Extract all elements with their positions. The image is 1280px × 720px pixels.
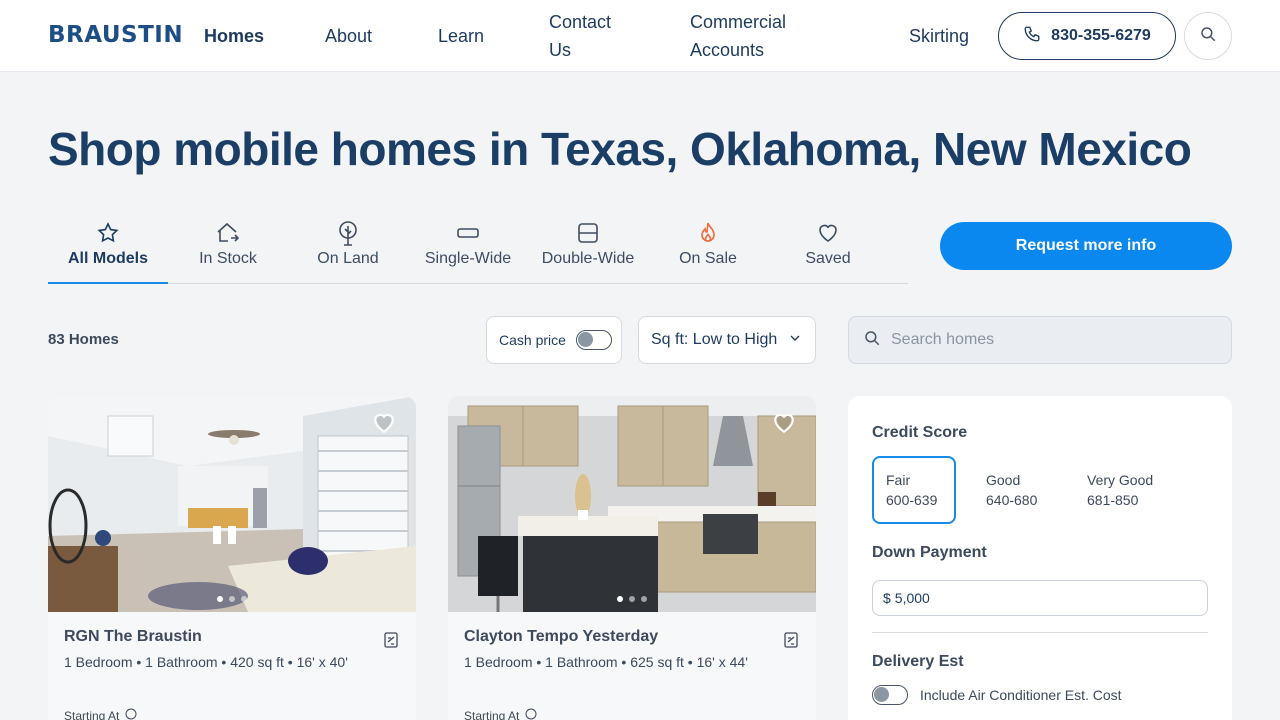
down-payment-title: Down Payment [872, 544, 987, 561]
down-payment-value: 5,000 [894, 590, 930, 606]
home-card[interactable]: Clayton Tempo Yesterday 1 Bedroom • 1 Ba… [448, 396, 816, 720]
tab-label: On Land [317, 250, 379, 267]
tab-label: On Sale [679, 250, 737, 267]
down-payment-input[interactable]: $ 5,000 [872, 580, 1208, 616]
chevron-down-icon [787, 330, 803, 351]
carousel-dots[interactable] [448, 596, 816, 602]
search-homes-box [848, 316, 1232, 364]
divider [872, 632, 1208, 633]
cash-price-label: Cash price [499, 332, 566, 348]
home-arrow-icon [215, 220, 241, 246]
starting-at: Starting At [464, 708, 537, 720]
sort-select[interactable]: Sq ft: Low to High [638, 316, 816, 364]
payment-estimator-panel: Credit Score Fair 600-639 Good 640-680 V… [848, 396, 1232, 720]
delivery-est-title: Delivery Est [872, 653, 964, 670]
tree-icon [337, 220, 359, 246]
home-card[interactable]: RGN The Braustin 1 Bedroom • 1 Bathroom … [48, 396, 416, 720]
site-header: BRAUSTIN Homes About Learn Contact Us Co… [0, 0, 1280, 72]
starting-at: Starting At [64, 708, 137, 720]
home-specs: 1 Bedroom • 1 Bathroom • 625 sq ft • 16'… [464, 654, 748, 670]
card-body: Clayton Tempo Yesterday 1 Bedroom • 1 Ba… [448, 612, 816, 720]
tab-on-land[interactable]: On Land [288, 212, 408, 284]
credit-option-name: Very Good [1087, 472, 1154, 488]
tab-label: Double-Wide [541, 250, 635, 267]
braustin-logo[interactable]: BRAUSTIN [48, 22, 183, 48]
tab-label: Saved [805, 250, 851, 267]
compare-icon[interactable] [384, 632, 398, 653]
search-icon [863, 329, 881, 352]
credit-option-range: 681-850 [1087, 492, 1139, 508]
tab-double-wide[interactable]: Double-Wide [528, 212, 648, 284]
page-title: Shop mobile homes in Texas, Oklahoma, Ne… [48, 123, 1192, 175]
home-photo[interactable] [448, 396, 816, 612]
credit-option-range: 640-680 [986, 492, 1038, 508]
currency-symbol: $ [883, 590, 891, 606]
results-count: 83 Homes [48, 331, 119, 348]
tab-label: All Models [67, 250, 148, 267]
cash-price-toggle[interactable] [575, 330, 612, 350]
header-search-button[interactable] [1184, 12, 1232, 60]
nav-skirting[interactable]: Skirting [909, 22, 969, 50]
nav-commercial-accounts[interactable]: Commercial Accounts [690, 8, 800, 64]
credit-option-very-good[interactable]: Very Good 681-850 [1074, 456, 1174, 524]
save-heart-icon[interactable] [370, 410, 398, 441]
phone-number: 830-355-6279 [1051, 27, 1151, 44]
carousel-dots[interactable] [48, 596, 416, 602]
phone-icon [1023, 25, 1041, 48]
nav-homes[interactable]: Homes [204, 22, 264, 50]
home-photo[interactable] [48, 396, 416, 612]
credit-option-fair[interactable]: Fair 600-639 [872, 456, 956, 524]
starting-at-label: Starting At [464, 708, 520, 720]
info-icon[interactable] [525, 708, 537, 720]
credit-score-title: Credit Score [872, 424, 968, 441]
request-more-info-button[interactable]: Request more info [940, 222, 1232, 270]
tab-saved[interactable]: Saved [768, 212, 888, 284]
double-wide-icon [576, 220, 600, 246]
save-heart-icon[interactable] [770, 410, 798, 441]
home-name[interactable]: Clayton Tempo Yesterday [464, 628, 658, 646]
starting-at-label: Starting At [64, 708, 120, 720]
star-icon [96, 220, 120, 246]
tab-label: In Stock [199, 250, 257, 267]
home-name[interactable]: RGN The Braustin [64, 628, 202, 646]
heart-icon [816, 220, 840, 246]
tab-all-models[interactable]: All Models [48, 212, 168, 284]
credit-option-name: Good [986, 472, 1021, 488]
ac-cost-label: Include Air Conditioner Est. Cost [920, 687, 1122, 703]
card-body: RGN The Braustin 1 Bedroom • 1 Bathroom … [48, 612, 416, 720]
home-specs: 1 Bedroom • 1 Bathroom • 420 sq ft • 16'… [64, 654, 348, 670]
tab-single-wide[interactable]: Single-Wide [408, 212, 528, 284]
sort-value: Sq ft: Low to High [651, 331, 778, 348]
single-wide-icon [456, 220, 480, 246]
nav-contact-us[interactable]: Contact Us [549, 8, 629, 64]
credit-option-name: Fair [886, 472, 911, 488]
cash-price-toggle-box[interactable]: Cash price [486, 316, 622, 364]
tab-label: Single-Wide [424, 250, 512, 267]
nav-about[interactable]: About [325, 22, 372, 50]
flame-icon [696, 220, 720, 246]
tab-on-sale[interactable]: On Sale [648, 212, 768, 284]
search-input[interactable] [891, 331, 1211, 349]
phone-button[interactable]: 830-355-6279 [998, 12, 1176, 60]
nav-learn[interactable]: Learn [438, 22, 484, 50]
info-icon[interactable] [125, 708, 137, 720]
credit-option-range: 600-639 [886, 492, 938, 508]
tab-in-stock[interactable]: In Stock [168, 212, 288, 284]
ac-cost-row: Include Air Conditioner Est. Cost [872, 685, 1122, 705]
credit-option-good[interactable]: Good 640-680 [973, 456, 1057, 524]
search-icon [1199, 25, 1217, 48]
compare-icon[interactable] [784, 632, 798, 653]
category-tabs: All Models In Stock On Land Single-Wide … [48, 212, 908, 284]
ac-cost-toggle[interactable] [872, 685, 908, 705]
